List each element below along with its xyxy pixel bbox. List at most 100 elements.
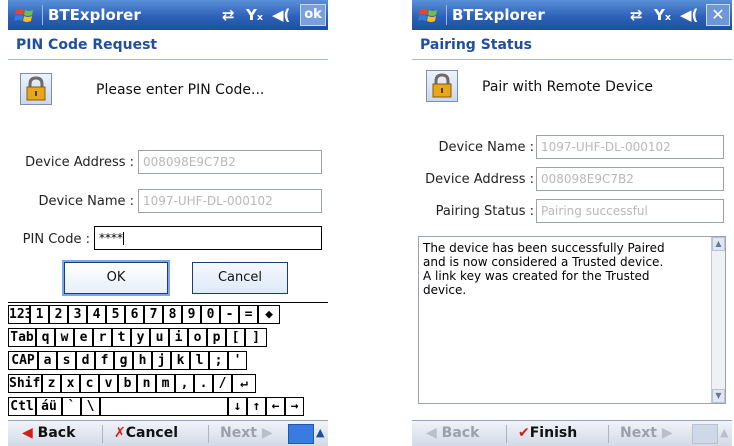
keyboard-key[interactable]: t: [112, 328, 131, 347]
keyboard-key[interactable]: a: [38, 351, 57, 370]
scroll-up-icon[interactable]: ▲: [712, 237, 725, 251]
signal-icon[interactable]: Yₓ: [654, 6, 671, 24]
keyboard-key[interactable]: 1: [30, 305, 49, 324]
keyboard-key[interactable]: e: [74, 328, 93, 347]
keyboard-key[interactable]: Ctl: [8, 397, 36, 416]
keyboard-key[interactable]: i: [169, 328, 188, 347]
keyboard-key[interactable]: /: [213, 374, 232, 393]
keyboard-key[interactable]: \: [81, 397, 100, 416]
close-button[interactable]: ✕: [706, 4, 730, 26]
pin-code-value: ****: [99, 231, 123, 245]
keyboard-key[interactable]: c: [80, 374, 99, 393]
keyboard-key[interactable]: Shift: [8, 374, 48, 393]
keyboard-key[interactable]: -: [220, 305, 239, 324]
keyboard-key[interactable]: l: [190, 351, 209, 370]
keyboard-key[interactable]: ': [228, 351, 247, 370]
keyboard-key[interactable]: ←: [266, 397, 285, 416]
keyboard-key[interactable]: 5: [106, 305, 125, 324]
connectivity-icon[interactable]: ⇄: [630, 6, 643, 24]
keyboard-key[interactable]: d: [76, 351, 95, 370]
keyboard-key[interactable]: →: [285, 397, 304, 416]
keyboard-key[interactable]: k: [171, 351, 190, 370]
input-menu-arrow-icon[interactable]: ▲: [316, 426, 324, 439]
keyboard-key[interactable]: p: [207, 328, 226, 347]
ok-titlebar-button[interactable]: ok: [300, 4, 326, 26]
cancel-menu[interactable]: ✗Cancel: [114, 425, 178, 441]
keyboard-key[interactable]: o: [188, 328, 207, 347]
keyboard-key[interactable]: u: [150, 328, 169, 347]
keyboard-key[interactable]: h: [133, 351, 152, 370]
keyboard-key[interactable]: 2: [49, 305, 68, 324]
pairing-details-text[interactable]: The device has been successfully Paired …: [418, 236, 726, 404]
keyboard-key[interactable]: 4: [87, 305, 106, 324]
keyboard-key[interactable]: j: [152, 351, 171, 370]
keyboard-key[interactable]: n: [137, 374, 156, 393]
keyboard-key[interactable]: CAP: [8, 351, 38, 370]
cancel-x-icon: ✗: [114, 425, 126, 441]
scroll-down-icon[interactable]: ▼: [712, 389, 725, 403]
keyboard-key[interactable]: m: [156, 374, 175, 393]
keyboard-key[interactable]: v: [99, 374, 118, 393]
back-menu[interactable]: ◀ Back: [22, 425, 75, 441]
device-name-field: 1097-UHF-DL-000102: [138, 189, 322, 213]
connectivity-icon[interactable]: ⇄: [222, 6, 235, 24]
keyboard-key[interactable]: [100, 397, 228, 416]
keyboard-key[interactable]: 7: [144, 305, 163, 324]
keyboard-key[interactable]: ]: [245, 328, 267, 347]
keyboard-key[interactable]: ↓: [228, 397, 247, 416]
keyboard-toggle-icon[interactable]: [692, 424, 718, 444]
keyboard-key[interactable]: g: [114, 351, 133, 370]
next-menu-label: Next: [220, 425, 257, 441]
menu-separator: [102, 425, 103, 443]
keyboard-key[interactable]: 6: [125, 305, 144, 324]
volume-icon[interactable]: ◀(: [272, 6, 290, 24]
next-menu[interactable]: Next ▶: [620, 425, 673, 441]
pin-request-screen: BTExplorer ⇄ Yₓ ◀( ok PIN Code Request P…: [8, 0, 328, 446]
keyboard-key[interactable]: ,: [175, 374, 194, 393]
windows-flag-icon[interactable]: [14, 4, 38, 26]
windows-flag-icon[interactable]: [418, 4, 442, 26]
pin-code-input[interactable]: ****: [94, 226, 322, 250]
signal-icon[interactable]: Yₓ: [246, 6, 263, 24]
keyboard-key[interactable]: s: [57, 351, 76, 370]
ok-button[interactable]: OK: [62, 260, 170, 296]
keyboard-key[interactable]: .: [194, 374, 213, 393]
input-menu-arrow-icon[interactable]: ▲: [720, 426, 728, 439]
keyboard-key[interactable]: 0: [201, 305, 220, 324]
dialog-header-title: PIN Code Request: [16, 37, 158, 53]
details-line: A link key was created for the Trusted: [423, 269, 650, 283]
keyboard-key[interactable]: f: [95, 351, 114, 370]
keyboard-key[interactable]: ↑: [247, 397, 266, 416]
keyboard-key[interactable]: z: [42, 374, 61, 393]
keyboard-key[interactable]: =: [239, 305, 258, 324]
pairing-status-label: Pairing Status :: [435, 204, 534, 219]
cancel-button[interactable]: Cancel: [192, 262, 288, 294]
next-arrow-icon: ▶: [261, 425, 273, 441]
back-menu[interactable]: ◀ Back: [426, 425, 479, 441]
keyboard-key[interactable]: Tab: [8, 328, 36, 347]
keyboard-key[interactable]: w: [55, 328, 74, 347]
volume-icon[interactable]: ◀(: [680, 6, 698, 24]
keyboard-key[interactable]: `: [62, 397, 81, 416]
keyboard-key[interactable]: 8: [163, 305, 182, 324]
keyboard-key[interactable]: [: [226, 328, 245, 347]
keyboard-key[interactable]: y: [131, 328, 150, 347]
keyboard-toggle-icon[interactable]: [288, 424, 314, 444]
keyboard-key[interactable]: x: [61, 374, 80, 393]
keyboard-key[interactable]: 9: [182, 305, 201, 324]
cancel-menu-label: Cancel: [125, 425, 179, 441]
menu-bar: ◀ Back ✗Cancel Next ▶ ▲: [8, 420, 328, 446]
keyboard-key[interactable]: áü: [36, 397, 62, 416]
title-bar: BTExplorer ⇄ Yₓ ◀( ✕: [412, 0, 732, 30]
keyboard-key[interactable]: ↵: [232, 374, 256, 393]
finish-menu[interactable]: ✔Finish: [518, 425, 577, 441]
keyboard-key[interactable]: q: [36, 328, 55, 347]
keyboard-key[interactable]: b: [118, 374, 137, 393]
keyboard-key[interactable]: ◆: [258, 305, 280, 324]
next-menu[interactable]: Next ▶: [220, 425, 273, 441]
details-scrollbar[interactable]: ▲ ▼: [711, 237, 725, 403]
keyboard-key[interactable]: r: [93, 328, 112, 347]
keyboard-key[interactable]: ;: [209, 351, 228, 370]
keyboard-key[interactable]: 3: [68, 305, 87, 324]
keyboard-key[interactable]: 123: [8, 305, 32, 324]
